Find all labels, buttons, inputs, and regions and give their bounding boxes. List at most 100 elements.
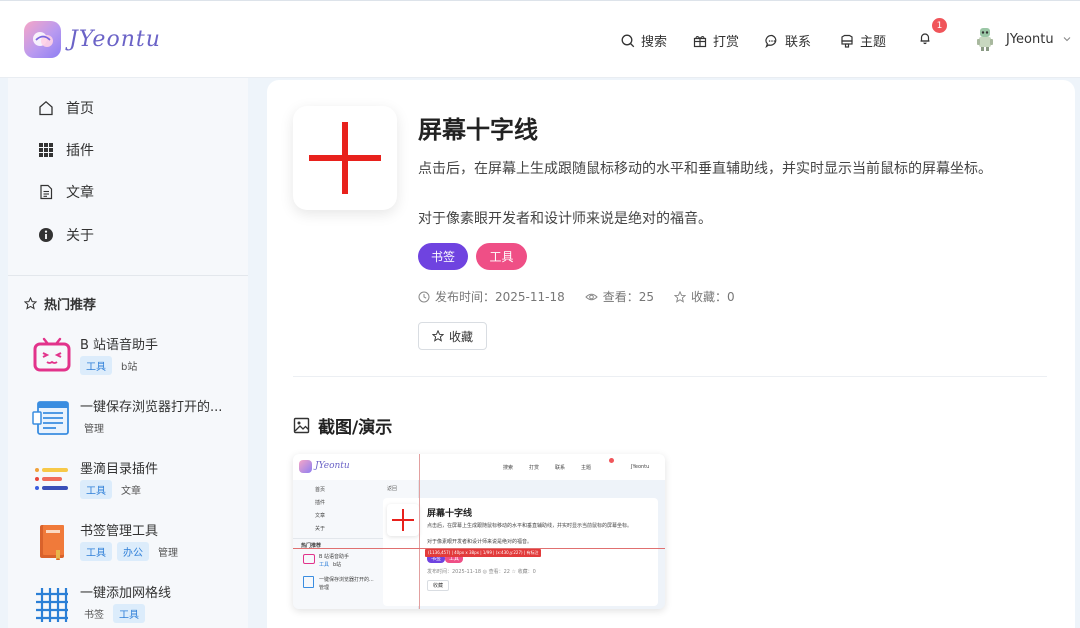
chat-icon bbox=[765, 34, 777, 48]
thumb-hot-item: 一键保存浏览器打开的... bbox=[319, 577, 374, 583]
tag-tool[interactable]: 工具 bbox=[476, 243, 527, 270]
sidebar-item-label: 插件 bbox=[66, 143, 94, 159]
hot-item-name: 书签管理工具 bbox=[80, 524, 159, 539]
thumb-menu-item: 文章 bbox=[315, 513, 326, 519]
thumb-meta: 发布时间：2025-11-18 ◎ 查看：22 ☆ 收藏：0 bbox=[427, 569, 536, 575]
user-menu[interactable]: JYeontu bbox=[974, 26, 1072, 52]
image-icon bbox=[293, 417, 310, 434]
site-logo[interactable]: JYeontu bbox=[24, 21, 161, 58]
thumb-bilibili-icon bbox=[303, 554, 315, 564]
hot-item-name: B 站语音助手 bbox=[80, 338, 159, 353]
notification-bell[interactable] bbox=[918, 30, 932, 49]
thumb-hot-tag: 工具 bbox=[319, 562, 330, 568]
favorite-button[interactable]: 收藏 bbox=[418, 322, 487, 350]
chevron-down-icon bbox=[1063, 37, 1070, 42]
screenshot-section-title: 截图/演示 bbox=[293, 413, 392, 438]
page-title: 屏幕十字线 bbox=[418, 116, 538, 144]
publish-date: 发布时间：2025-11-18 bbox=[435, 290, 565, 304]
hot-item-name: 墨滴目录插件 bbox=[80, 462, 159, 477]
star-icon bbox=[674, 290, 687, 303]
thumb-nav-item: 主题 bbox=[581, 465, 592, 471]
logo-mark-icon bbox=[24, 21, 61, 58]
document-icon bbox=[40, 184, 53, 200]
nav-theme-label: 主题 bbox=[860, 35, 887, 50]
favorite-count: 收藏：0 bbox=[691, 290, 735, 304]
logo-text: JYeontu bbox=[69, 27, 161, 52]
hot-item-grid-lines[interactable]: 一键添加网格线 书签 工具 bbox=[32, 582, 242, 628]
hot-item-toc[interactable]: 墨滴目录插件 工具 文章 bbox=[32, 458, 242, 508]
thumb-header: JYeontu 搜索 打赏 联系 主题 JYeontu bbox=[293, 454, 665, 480]
nav-theme[interactable]: 主题 bbox=[840, 31, 886, 50]
tag-bookmark[interactable]: 书签 bbox=[418, 243, 468, 270]
bookmark-book-icon bbox=[40, 525, 64, 560]
thumb-hot-item: B 站语音助手 bbox=[319, 554, 350, 560]
tag: b站 bbox=[121, 362, 138, 373]
avatar bbox=[977, 28, 993, 51]
sidebar-item-label: 文章 bbox=[66, 185, 94, 201]
toc-icon bbox=[35, 468, 68, 490]
tag: 工具 bbox=[80, 542, 112, 561]
thumb-coordinate-label: (1136,457) | 40px x 38px | 1/99 | (x:430… bbox=[425, 549, 542, 557]
nav-contact-label: 联系 bbox=[785, 35, 812, 50]
star-icon bbox=[431, 330, 444, 342]
nav-search[interactable]: 搜索 bbox=[621, 31, 667, 50]
plugin-icon bbox=[293, 106, 397, 210]
nav-search-label: 搜索 bbox=[641, 35, 668, 50]
section-divider bbox=[293, 376, 1047, 377]
sidebar-item-label: 关于 bbox=[66, 228, 94, 244]
thumb-browser-icon bbox=[303, 576, 314, 588]
hot-item-name: 一键添加网格线 bbox=[80, 586, 172, 601]
grid-lines-icon bbox=[36, 588, 68, 622]
thumb-logo-icon bbox=[299, 460, 312, 473]
top-header: JYeontu 搜索 打赏 联系 主题 1 JYeontu bbox=[0, 0, 1080, 78]
hot-item-save-tabs[interactable]: 一键保存浏览器打开的... 管理 bbox=[32, 396, 242, 446]
demo-screenshot[interactable]: JYeontu 搜索 打赏 联系 主题 JYeontu 首页 插件 文章 关于 … bbox=[293, 454, 665, 609]
tag: 办公 bbox=[117, 542, 149, 561]
thumb-logo-text: JYeontu bbox=[315, 461, 350, 471]
bell-icon bbox=[920, 33, 930, 45]
sidebar-item-about[interactable]: 关于 bbox=[38, 225, 94, 245]
thumb-plugin-icon bbox=[387, 504, 419, 536]
username: JYeontu bbox=[1006, 31, 1054, 47]
sidebar-item-home[interactable]: 首页 bbox=[38, 98, 94, 118]
thumb-badge bbox=[609, 458, 614, 463]
home-icon bbox=[39, 100, 53, 116]
clock-icon bbox=[418, 291, 430, 302]
thumb-description: 点击后，在屏幕上生成跟随鼠标移动的水平和垂直辅助线，并实时显示当前鼠标的屏幕坐标… bbox=[427, 523, 633, 529]
thumb-back-link: 返回 bbox=[387, 486, 398, 492]
hot-item-name: 一键保存浏览器打开的... bbox=[80, 400, 223, 415]
tag: 管理 bbox=[84, 424, 104, 435]
thumb-favorite-button: 收藏 bbox=[427, 580, 450, 591]
thumb-title: 屏幕十字线 bbox=[427, 509, 473, 519]
thumb-nav-item: 搜索 bbox=[503, 465, 514, 471]
thumb-description-extra: 对于像素眼开发者和设计师来说是绝对的福音。 bbox=[427, 539, 533, 545]
nav-contact[interactable]: 联系 bbox=[765, 31, 811, 50]
sidebar-item-plugins[interactable]: 插件 bbox=[38, 140, 94, 160]
favorite-button-label: 收藏 bbox=[448, 329, 473, 344]
sidebar-divider bbox=[8, 275, 248, 276]
theme-icon bbox=[841, 34, 853, 48]
hot-item-bilibili[interactable]: B 站语音助手 工具 b站 bbox=[32, 334, 242, 384]
eye-icon bbox=[585, 293, 598, 300]
notification-badge: 1 bbox=[932, 18, 947, 33]
sidebar-item-label: 首页 bbox=[66, 101, 94, 117]
hot-section-title: 热门推荐 bbox=[24, 294, 96, 313]
hot-item-bookmark-manager[interactable]: 书签管理工具 工具 办公 管理 bbox=[32, 520, 242, 570]
plugin-meta: 发布时间：2025-11-18 查看：25 收藏：0 bbox=[418, 288, 755, 305]
gift-icon bbox=[693, 35, 707, 47]
search-icon bbox=[621, 34, 635, 47]
plugin-description-extra: 对于像素眼开发者和设计师来说是绝对的福音。 bbox=[418, 211, 712, 227]
view-count: 查看：25 bbox=[602, 290, 655, 304]
nav-donate-label: 打赏 bbox=[713, 35, 740, 50]
nav-donate[interactable]: 打赏 bbox=[693, 31, 739, 50]
sidebar-item-articles[interactable]: 文章 bbox=[38, 182, 94, 202]
info-icon bbox=[39, 228, 53, 242]
thumb-menu-item: 插件 bbox=[315, 500, 326, 506]
crosshair-icon bbox=[309, 122, 381, 194]
tag: 工具 bbox=[113, 604, 145, 623]
thumb-username: JYeontu bbox=[631, 464, 650, 470]
tag: 工具 bbox=[80, 480, 112, 499]
tag: 文章 bbox=[121, 486, 141, 497]
thumb-hot-tag: 管理 bbox=[319, 585, 330, 591]
thumb-crosshair-vertical bbox=[419, 454, 420, 609]
